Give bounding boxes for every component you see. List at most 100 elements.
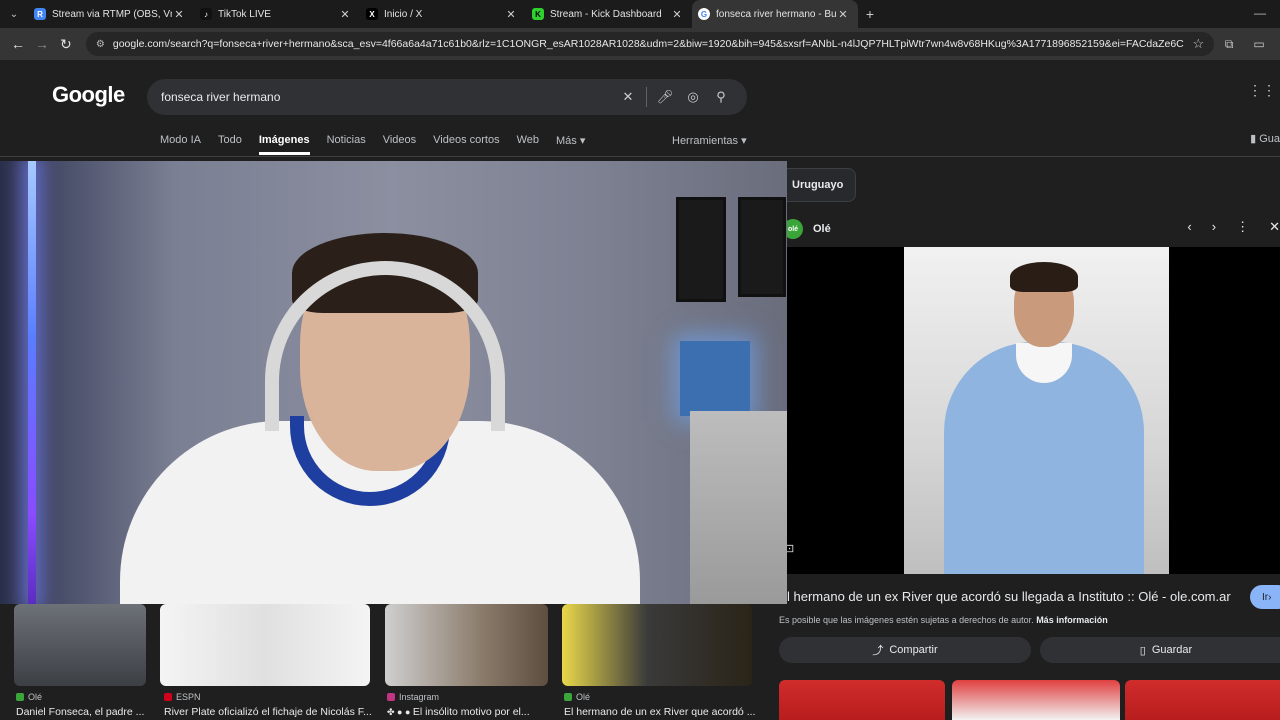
share-button[interactable]: ⤴ Compartir bbox=[779, 637, 1031, 663]
tab-close-icon[interactable]: ✕ bbox=[338, 8, 352, 21]
result-source[interactable]: Instagram bbox=[387, 692, 439, 702]
search-box[interactable]: ✕ 🎤︎ ◎ ⚲ bbox=[147, 79, 747, 115]
prev-icon[interactable]: ‹ bbox=[1187, 219, 1191, 235]
extensions-icon[interactable]: ⧉ bbox=[1214, 37, 1244, 52]
bookmark-icon: ▯ bbox=[1139, 644, 1146, 657]
image-preview-panel: Uruguayo olé Olé ‹ › ⋮ ✕ ⊡ l hermano de … bbox=[779, 157, 1280, 720]
back-icon[interactable]: ← bbox=[6, 36, 30, 52]
source-favicon-icon bbox=[16, 693, 24, 701]
apps-grid-icon[interactable]: ⋮⋮ bbox=[1248, 82, 1276, 99]
tab-close-icon[interactable]: ✕ bbox=[670, 8, 684, 21]
tab-search-button[interactable]: ⌄ bbox=[0, 0, 28, 28]
tab-mas-label: Más bbox=[556, 135, 577, 147]
search-icon[interactable]: ⚲ bbox=[707, 89, 735, 105]
tab-noticias[interactable]: Noticias bbox=[327, 134, 366, 155]
preview-image-container[interactable] bbox=[787, 247, 1280, 574]
tab-mas[interactable]: Más ▾ bbox=[556, 134, 585, 155]
related-image[interactable] bbox=[1125, 680, 1280, 720]
tab-favicon-icon: G bbox=[698, 8, 710, 20]
result-caption[interactable]: El hermano de un ex River que acordó ... bbox=[564, 706, 755, 718]
lens-icon[interactable]: ◎ bbox=[679, 89, 707, 105]
sidebar-icon[interactable]: ▭ bbox=[1244, 37, 1274, 51]
new-tab-button[interactable]: + bbox=[858, 6, 882, 22]
more-info-link[interactable]: Más información bbox=[1036, 615, 1108, 625]
preview-controls: ‹ › ⋮ ✕ bbox=[1187, 219, 1280, 235]
source-favicon-icon bbox=[387, 693, 395, 701]
wall-frame bbox=[676, 197, 726, 302]
saved-label: Gua bbox=[1259, 133, 1280, 145]
tab-web[interactable]: Web bbox=[517, 134, 539, 155]
result-caption[interactable]: River Plate oficializó el fichaje de Nic… bbox=[164, 706, 372, 718]
more-options-icon[interactable]: ⋮ bbox=[1236, 219, 1249, 235]
browser-tab[interactable]: X Inicio / X ✕ bbox=[360, 0, 526, 28]
result-thumbnail[interactable] bbox=[14, 604, 146, 686]
result-source[interactable]: ESPN bbox=[164, 692, 201, 702]
browser-tab[interactable]: ♪ TikTok LIVE ✕ bbox=[194, 0, 360, 28]
tab-todo[interactable]: Todo bbox=[218, 134, 242, 155]
tab-videos[interactable]: Videos bbox=[383, 134, 416, 155]
tab-close-icon[interactable]: ✕ bbox=[836, 8, 850, 21]
browser-tab-strip: ⌄ R Stream via RTMP (OBS, Vmix, Z ✕ ♪ Ti… bbox=[0, 0, 1280, 28]
close-icon[interactable]: ✕ bbox=[1269, 219, 1280, 235]
site-info-icon[interactable]: ⚙ bbox=[96, 39, 105, 50]
forward-icon[interactable]: → bbox=[30, 36, 54, 52]
tab-close-icon[interactable]: ✕ bbox=[172, 8, 186, 21]
visit-button[interactable]: Ir › bbox=[1250, 585, 1280, 609]
result-thumbnail[interactable] bbox=[562, 604, 752, 686]
tools-label: Herramientas bbox=[672, 135, 739, 147]
tab-videos-cortos[interactable]: Videos cortos bbox=[433, 134, 499, 155]
visit-label: Ir bbox=[1262, 591, 1269, 603]
related-image[interactable] bbox=[779, 680, 945, 720]
result-source[interactable]: Olé bbox=[16, 692, 42, 702]
result-source[interactable]: Olé bbox=[564, 692, 590, 702]
pc-case bbox=[680, 341, 750, 416]
preview-title[interactable]: l hermano de un ex River que acordó su l… bbox=[787, 589, 1231, 604]
address-bar[interactable]: ⚙ google.com/search?q=fonseca+river+herm… bbox=[85, 32, 1215, 56]
result-thumbnail[interactable] bbox=[385, 604, 548, 686]
browser-toolbar: ← → ↻ ⚙ google.com/search?q=fonseca+rive… bbox=[0, 28, 1280, 60]
tab-modo-ia[interactable]: Modo IA bbox=[160, 134, 201, 155]
tab-label: fonseca river hermano - Buscar bbox=[716, 8, 836, 20]
search-input[interactable] bbox=[161, 90, 614, 104]
tab-label: Stream - Kick Dashboard bbox=[550, 8, 662, 20]
photo-hair bbox=[1010, 262, 1078, 292]
clear-icon[interactable]: ✕ bbox=[614, 89, 642, 105]
tab-close-icon[interactable]: ✕ bbox=[504, 8, 518, 21]
tab-favicon-icon: K bbox=[532, 8, 544, 20]
related-chip[interactable]: Uruguayo bbox=[779, 168, 857, 202]
save-label: Guardar bbox=[1151, 644, 1193, 656]
tab-favicon-icon: X bbox=[366, 8, 378, 20]
share-icon: ⤴ bbox=[872, 645, 884, 657]
bookmark-star-icon[interactable]: ☆ bbox=[1192, 36, 1204, 52]
tab-favicon-icon: R bbox=[34, 8, 46, 20]
save-button[interactable]: ▯ Guardar bbox=[1040, 637, 1280, 663]
source-label: Olé bbox=[576, 692, 591, 702]
next-icon[interactable]: › bbox=[1212, 219, 1216, 235]
source-label: Instagram bbox=[399, 692, 440, 702]
preview-image[interactable] bbox=[904, 247, 1169, 574]
browser-tab[interactable]: K Stream - Kick Dashboard ✕ bbox=[526, 0, 692, 28]
led-strip bbox=[28, 161, 36, 604]
google-logo[interactable]: Google bbox=[52, 82, 125, 108]
result-thumbnail[interactable] bbox=[160, 604, 370, 686]
tab-label: Inicio / X bbox=[384, 8, 423, 20]
related-image[interactable] bbox=[952, 680, 1120, 720]
result-caption[interactable]: Daniel Fonseca, el padre ... bbox=[16, 706, 144, 718]
url-text: google.com/search?q=fonseca+river+herman… bbox=[112, 38, 1185, 50]
browser-tab[interactable]: R Stream via RTMP (OBS, Vmix, Z ✕ bbox=[28, 0, 194, 28]
minimize-icon[interactable]: — bbox=[1254, 6, 1266, 20]
shelf bbox=[690, 411, 787, 604]
preview-source-label: Olé bbox=[813, 223, 831, 235]
saved-button[interactable]: ▮ Gua bbox=[1250, 132, 1280, 145]
result-caption[interactable]: ✤ ● ● El insólito motivo por el... bbox=[387, 706, 530, 718]
tab-favicon-icon: ♪ bbox=[200, 8, 212, 20]
copyright-notice: Es posible que las imágenes estén sujeta… bbox=[779, 615, 1108, 625]
tools-button[interactable]: Herramientas ▾ bbox=[672, 134, 747, 147]
microphone-icon[interactable]: 🎤︎ bbox=[651, 89, 679, 105]
preview-source[interactable]: olé Olé bbox=[783, 219, 831, 239]
reload-icon[interactable]: ↻ bbox=[54, 36, 78, 53]
tab-imagenes[interactable]: Imágenes bbox=[258, 134, 310, 155]
google-results-page: Google ✕ 🎤︎ ◎ ⚲ ⋮⋮ Modo IA Todo Imágenes… bbox=[0, 60, 1280, 720]
browser-tab-active[interactable]: G fonseca river hermano - Buscar ✕ bbox=[692, 0, 858, 28]
webcam-overlay bbox=[0, 161, 787, 604]
